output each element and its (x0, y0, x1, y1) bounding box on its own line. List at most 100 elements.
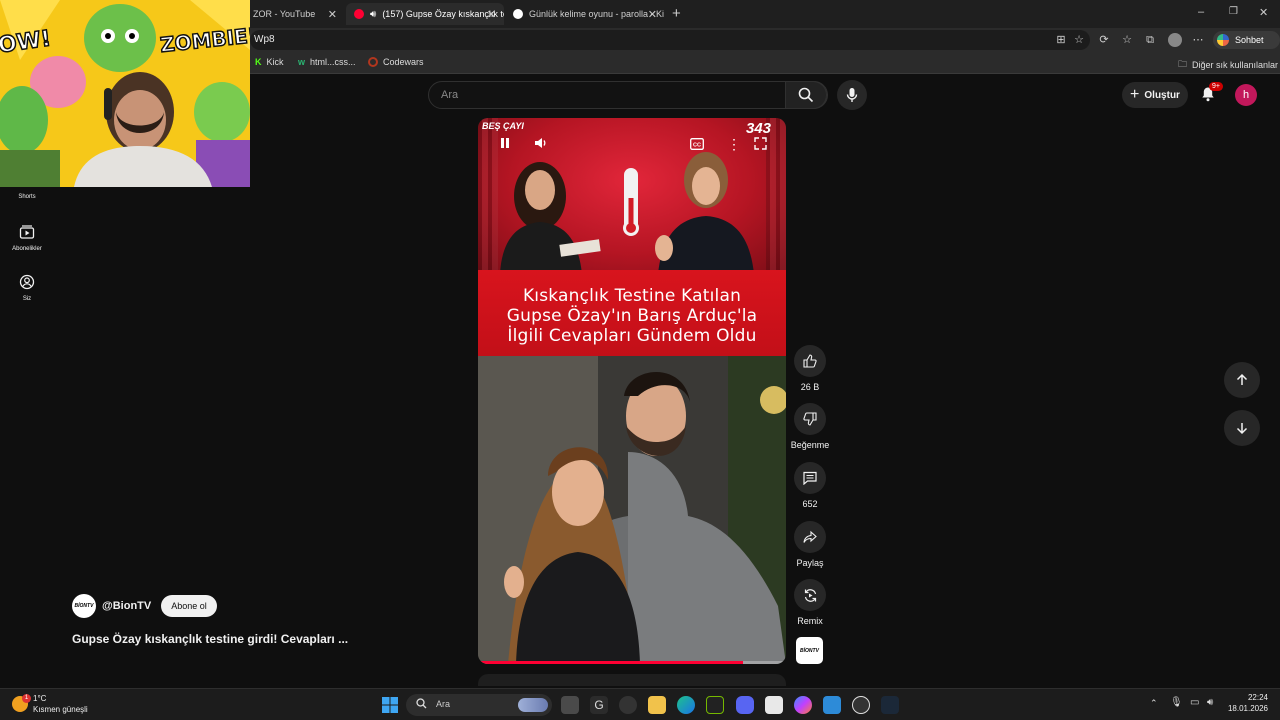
expand-icon (754, 137, 767, 150)
like-button[interactable]: 26 B (790, 345, 830, 392)
video-progress-bar[interactable] (478, 661, 786, 664)
app-icon-1[interactable]: G (590, 696, 608, 714)
tab-youtube[interactable]: ZOR - YouTube ✕ (245, 3, 345, 25)
subscribe-button[interactable]: Abone ol (161, 595, 217, 617)
captions-button[interactable]: CC (690, 138, 704, 153)
remix-icon (794, 579, 826, 611)
task-view-icon[interactable] (561, 696, 579, 714)
network-icon[interactable]: ▭ (1190, 697, 1199, 708)
taskbar-search-label: Ara (436, 699, 451, 709)
app-icon-2[interactable] (765, 696, 783, 714)
app-grid-icon[interactable]: ⊞ (1054, 33, 1068, 47)
close-tab-icon[interactable]: ✕ (648, 8, 657, 21)
profile-icon[interactable] (1168, 33, 1182, 47)
create-button[interactable]: + Oluştur (1122, 82, 1188, 108)
other-bookmarks[interactable]: 🗀︎ Diğer sık kullanılanlar (1178, 57, 1278, 73)
bookmark-codewars[interactable]: Codewars (368, 57, 424, 67)
nvidia-icon[interactable] (706, 696, 724, 714)
channel-sound-thumbnail[interactable]: BİONTV (796, 637, 823, 664)
favorites-icon[interactable]: ☆ (1120, 33, 1134, 47)
folder-icon: 🗀︎ (1178, 59, 1188, 69)
short-video-player[interactable]: BEŞ ÇAYI 343 CC ⋮ Kıskançlık Testine Kat… (478, 118, 786, 664)
app-icon-3[interactable] (823, 696, 841, 714)
video-couple-photo (478, 356, 786, 664)
remix-button[interactable]: Remix (790, 579, 830, 626)
search-box[interactable]: Ara (428, 81, 828, 109)
weather-badge: 1 (22, 694, 31, 703)
couple-photo-illustration (478, 356, 786, 664)
previous-short-button[interactable] (1224, 362, 1260, 398)
more-options-icon[interactable]: ⋮ (727, 136, 741, 153)
notifications-button[interactable]: 9+ (1200, 82, 1223, 107)
bookmark-kick[interactable]: K Kick (255, 57, 284, 67)
address-bar[interactable]: Wp8 (250, 30, 1090, 50)
video-progress-fill (478, 661, 743, 664)
bookmark-label: Kick (266, 57, 284, 67)
like-count: 26 B (800, 382, 820, 392)
video-headline-banner: Kıskançlık Testine Katılan Gupse Özay'ın… (478, 270, 786, 358)
taskbar-search[interactable]: Ara (406, 694, 552, 716)
tab-title: (157) Gupse Özay kıskançlık te (382, 9, 504, 19)
show-hidden-icons[interactable]: ⌃ (1150, 698, 1158, 709)
fullscreen-button[interactable] (754, 137, 767, 153)
file-explorer-icon[interactable] (648, 696, 666, 714)
close-tab-icon[interactable]: ✕ (328, 8, 337, 21)
nav-subscriptions[interactable]: Abonelikler (6, 224, 48, 252)
browser-essentials-icon[interactable]: ⟳ (1097, 33, 1111, 47)
voice-search-button[interactable] (837, 80, 867, 110)
search-input[interactable]: Ara (441, 89, 458, 101)
app-icon-4[interactable] (852, 696, 870, 714)
more-menu-icon[interactable]: ⋯ (1191, 33, 1205, 47)
collections-icon[interactable]: ⧉ (1143, 33, 1157, 47)
close-window-icon[interactable]: ✕ (1259, 6, 1268, 19)
short-title[interactable]: Gupse Özay kıskançlık testine girdi! Cev… (72, 632, 348, 646)
tab-title: ZOR - YouTube (253, 9, 316, 19)
clock-date: 18.01.2026 (1227, 704, 1268, 713)
codewars-icon (368, 57, 378, 67)
copilot-button[interactable]: Sohbet et (1213, 31, 1280, 63)
bookmark-html-css[interactable]: w html...css... (298, 57, 356, 67)
channel-handle[interactable]: @BionTV (102, 600, 151, 612)
nav-shorts[interactable]: Shorts (6, 194, 48, 200)
nav-you[interactable]: Siz (6, 274, 48, 302)
comments-button[interactable]: 652 (790, 462, 830, 509)
edge-browser-icon[interactable] (677, 696, 695, 714)
you-icon (19, 274, 35, 290)
svg-text:CC: CC (693, 142, 701, 148)
close-tab-icon[interactable]: ✕ (487, 8, 496, 21)
headline-line-3: İlgili Cevapları Gündem Oldu (507, 326, 757, 346)
weather-desc: Kısmen güneşli (33, 705, 88, 714)
microphone-tray-icon[interactable]: 🎙︎ (1170, 697, 1183, 708)
remix-label: Remix (797, 616, 823, 626)
headline-line-1: Kıskançlık Testine Katılan (522, 286, 742, 306)
volume-button[interactable] (534, 136, 548, 153)
start-button[interactable] (381, 696, 399, 714)
search-button[interactable] (785, 81, 827, 109)
discord-icon[interactable] (736, 696, 754, 714)
next-short-button[interactable] (1224, 410, 1260, 446)
restore-icon[interactable]: ❐ (1229, 6, 1238, 17)
minimize-icon[interactable]: – (1198, 6, 1204, 18)
channel-avatar[interactable]: BİONTV (72, 594, 96, 618)
dislike-label: Beğenme (790, 440, 830, 450)
clock[interactable]: 22:24 18.01.2026 (1226, 693, 1268, 713)
chatgpt-icon[interactable] (619, 696, 637, 714)
streamer-webcam-overlay: OW! ZOMBIE! (0, 0, 250, 187)
dislike-button[interactable]: Beğenme (790, 403, 830, 450)
tab-parolla[interactable]: Günlük kelime oyunu - parolla - Ki ✕ (505, 3, 665, 25)
windows-taskbar: 1 1°C Kısmen güneşli Ara G ⌃ 🎙︎ ▭ 🔊︎ 22:… (0, 688, 1280, 720)
url-text: Wp8 (254, 34, 275, 45)
user-avatar[interactable]: h (1235, 84, 1257, 106)
volume-tray-icon[interactable]: 🔊︎ (1207, 697, 1213, 708)
speaker-icon[interactable]: 🔊︎ (370, 9, 376, 20)
steam-icon[interactable] (881, 696, 899, 714)
pause-button[interactable] (499, 137, 511, 152)
nav-label: Siz (22, 296, 32, 302)
share-label: Paylaş (796, 558, 824, 568)
copilot-taskbar-icon[interactable] (794, 696, 812, 714)
share-button[interactable]: Paylaş (790, 521, 830, 568)
new-tab-icon[interactable]: + (672, 5, 681, 22)
nav-label: Shorts (18, 194, 36, 200)
favorite-star-icon[interactable]: ☆ (1072, 33, 1086, 47)
tab-active-video[interactable]: 🔊︎ (157) Gupse Özay kıskançlık te ✕ (346, 3, 504, 25)
